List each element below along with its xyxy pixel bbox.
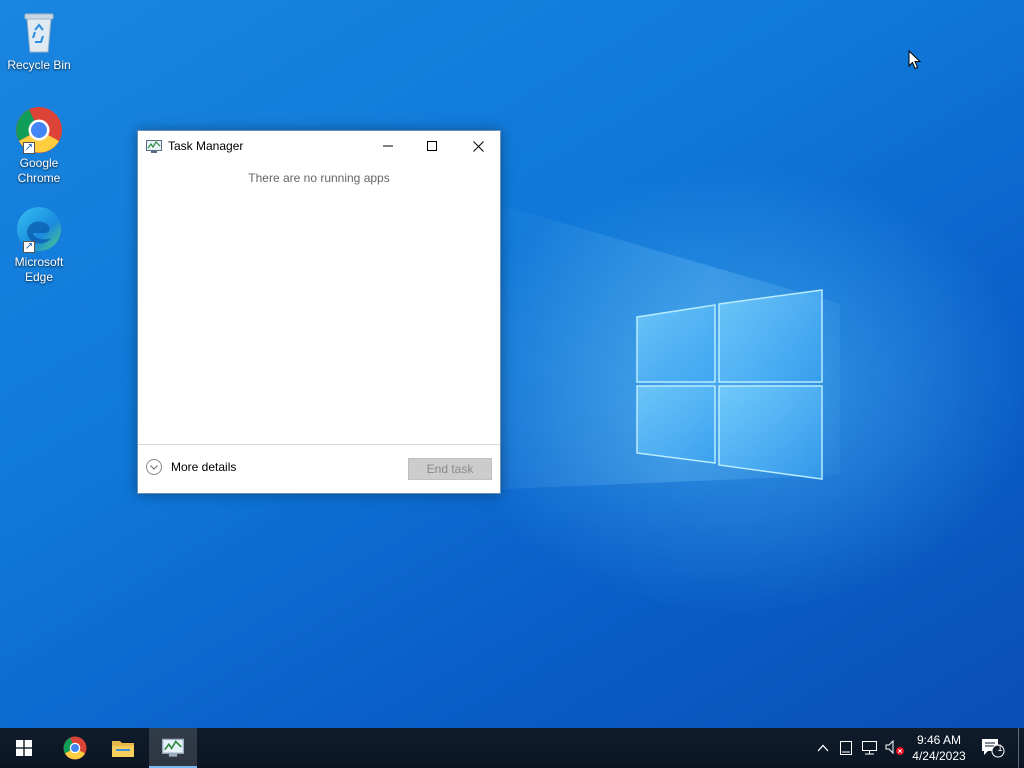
desktop-icon-label: Recycle Bin bbox=[7, 58, 71, 72]
windows-logo-wallpaper bbox=[636, 289, 823, 480]
recycle-bin-icon bbox=[15, 8, 63, 56]
action-center-button[interactable]: 1 bbox=[976, 728, 1010, 768]
maximize-icon bbox=[427, 141, 437, 151]
more-details-toggle[interactable]: More details bbox=[146, 459, 236, 475]
taskbar-chrome-button[interactable] bbox=[51, 728, 99, 768]
window-title: Task Manager bbox=[168, 139, 244, 153]
desktop-icon-recycle-bin[interactable]: Recycle Bin bbox=[4, 8, 74, 73]
tray-date: 4/24/2023 bbox=[912, 749, 966, 763]
tray-volume-button[interactable] bbox=[884, 728, 906, 768]
desktop: Recycle Bin ↗ Google Chrome ↗ Microsoft … bbox=[0, 0, 1024, 728]
show-desktop-button[interactable] bbox=[1018, 728, 1019, 768]
desktop-icon-label: Google bbox=[19, 156, 59, 170]
tray-clock[interactable]: 9:46 AM 4/24/2023 bbox=[906, 732, 972, 764]
show-hidden-icons-button[interactable] bbox=[812, 728, 834, 768]
taskbar: 9:46 AM 4/24/2023 1 bbox=[0, 728, 1024, 768]
task-manager-icon bbox=[162, 738, 184, 757]
maximize-button[interactable] bbox=[409, 131, 455, 161]
file-explorer-icon bbox=[112, 741, 134, 757]
tray-time: 9:46 AM bbox=[916, 733, 962, 747]
title-bar[interactable]: Task Manager bbox=[138, 131, 500, 161]
volume-muted-icon bbox=[885, 740, 904, 755]
tray-network-button[interactable] bbox=[860, 728, 882, 768]
close-button[interactable] bbox=[455, 131, 501, 161]
minimize-icon bbox=[383, 145, 393, 147]
chevron-down-icon bbox=[146, 459, 162, 475]
chrome-icon: ↗ bbox=[15, 106, 63, 154]
minimize-button[interactable] bbox=[365, 131, 411, 161]
desktop-icon-label: Edge bbox=[24, 270, 54, 284]
empty-apps-message: There are no running apps bbox=[248, 171, 390, 185]
more-details-label: More details bbox=[171, 460, 237, 474]
shortcut-arrow-icon: ↗ bbox=[23, 142, 35, 154]
shortcut-arrow-icon: ↗ bbox=[23, 241, 35, 253]
task-manager-footer: More details End task bbox=[138, 444, 500, 493]
desktop-icon-google-chrome[interactable]: ↗ Google Chrome bbox=[4, 106, 74, 186]
tray-tablet-button[interactable] bbox=[836, 728, 856, 768]
network-icon bbox=[862, 741, 877, 755]
mouse-cursor-icon bbox=[908, 50, 922, 70]
desktop-icon-microsoft-edge[interactable]: ↗ Microsoft Edge bbox=[4, 205, 74, 285]
start-icon bbox=[16, 740, 32, 756]
desktop-icon-label: Chrome bbox=[17, 171, 61, 185]
close-icon bbox=[472, 140, 484, 152]
chevron-up-icon bbox=[817, 744, 829, 752]
chrome-icon bbox=[63, 736, 87, 760]
task-manager-window: Task Manager There are no running apps M… bbox=[137, 130, 501, 494]
start-button[interactable] bbox=[0, 728, 48, 768]
taskbar-task-manager-button[interactable] bbox=[149, 728, 197, 768]
end-task-button[interactable]: End task bbox=[408, 458, 492, 480]
desktop-icon-label: Microsoft bbox=[14, 255, 64, 269]
taskbar-file-explorer-button[interactable] bbox=[99, 728, 147, 768]
edge-icon: ↗ bbox=[15, 205, 63, 253]
notification-count: 1 bbox=[997, 743, 1003, 753]
tablet-icon bbox=[840, 741, 852, 755]
task-manager-icon bbox=[146, 140, 162, 153]
